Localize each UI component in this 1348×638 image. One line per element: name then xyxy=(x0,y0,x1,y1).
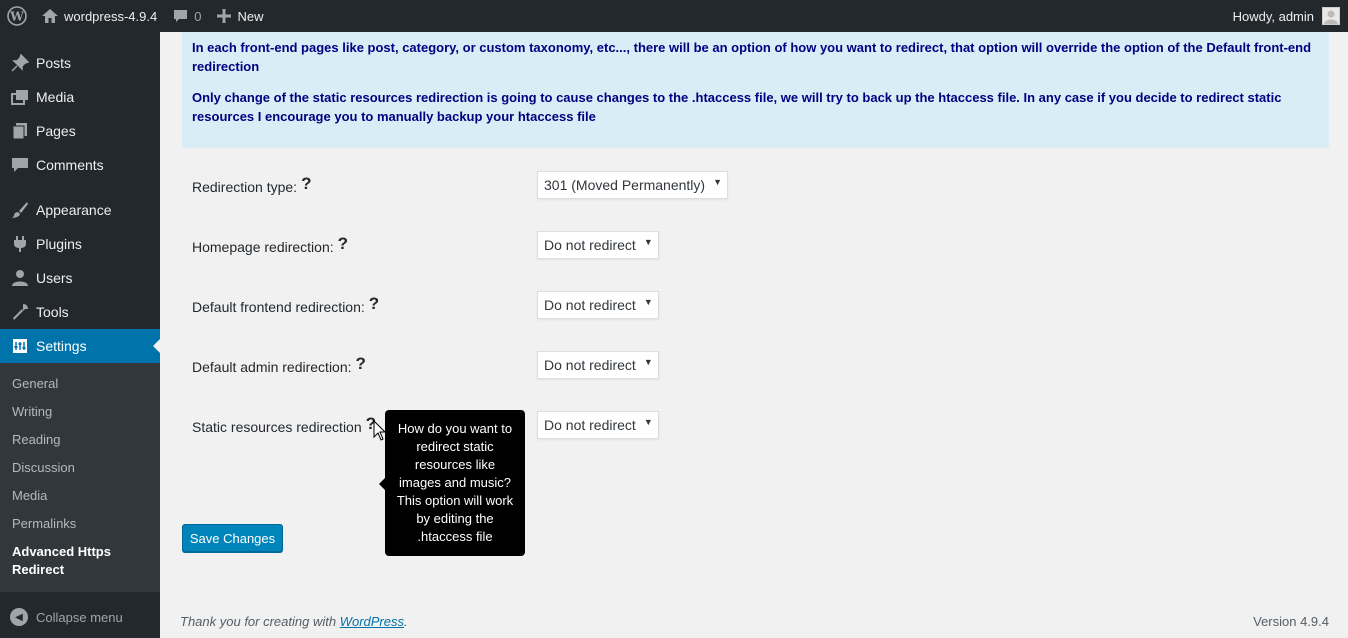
comments-link[interactable]: 0 xyxy=(165,0,209,32)
avatar xyxy=(1322,7,1340,25)
sidebar-item-label: Plugins xyxy=(36,236,82,252)
help-icon[interactable]: ? xyxy=(369,294,379,313)
help-icon[interactable]: ? xyxy=(301,174,311,193)
dropdown-arrow-icon: ▼ xyxy=(643,237,653,247)
static-resources-redirection-select[interactable]: Do not redirect ▼ xyxy=(537,411,659,439)
media-icon xyxy=(10,87,30,107)
site-name-link[interactable]: wordpress-4.9.4 xyxy=(34,0,165,32)
new-content-link[interactable]: New xyxy=(209,0,271,32)
help-tooltip: How do you want to redirect static resou… xyxy=(379,410,525,556)
wordpress-logo-icon[interactable]: W xyxy=(0,0,34,32)
static-resources-redirection-label: Static resources redirection? xyxy=(192,414,376,437)
sidebar-item-appearance[interactable]: Appearance xyxy=(0,193,160,227)
sidebar-item-comments[interactable]: Comments xyxy=(0,148,160,182)
sidebar-item-label: Pages xyxy=(36,123,76,139)
sidebar-item-posts[interactable]: Posts xyxy=(0,46,160,80)
brush-icon xyxy=(10,200,30,220)
save-changes-button[interactable]: Save Changes xyxy=(182,524,283,552)
new-label: New xyxy=(237,8,264,24)
frontend-redirection-select[interactable]: Do not redirect ▼ xyxy=(537,291,659,319)
footer-version: Version 4.9.4 xyxy=(1253,614,1329,629)
settings-submenu: General Writing Reading Discussion Media… xyxy=(0,363,160,592)
collapse-icon: ◀ xyxy=(10,608,28,626)
dropdown-arrow-icon: ▼ xyxy=(643,297,653,307)
pages-icon xyxy=(10,121,30,141)
row-label-text: Redirection type: xyxy=(192,179,298,195)
notice-paragraph-1: In each front-end pages like post, categ… xyxy=(192,40,1312,74)
home-icon xyxy=(42,9,58,23)
site-name: wordpress-4.9.4 xyxy=(64,8,158,24)
select-value: Do not redirect xyxy=(544,357,636,373)
dropdown-arrow-icon: ▼ xyxy=(643,357,653,367)
comments-count: 0 xyxy=(194,8,202,24)
footer-period: . xyxy=(404,614,408,629)
sidebar-item-label: Tools xyxy=(36,304,69,320)
frontend-redirection-label: Default frontend redirection:? xyxy=(192,294,379,317)
pin-icon xyxy=(10,53,30,73)
submenu-general[interactable]: General xyxy=(0,370,160,398)
settings-icon xyxy=(10,336,30,356)
select-value: Do not redirect xyxy=(544,237,636,253)
notice-paragraph-2: Only change of the static resources redi… xyxy=(192,90,1282,124)
redirection-type-select[interactable]: 301 (Moved Permanently) ▼ xyxy=(537,171,729,199)
sidebar-item-pages[interactable]: Pages xyxy=(0,114,160,148)
comment-icon xyxy=(173,9,188,23)
homepage-redirection-select[interactable]: Do not redirect ▼ xyxy=(537,231,659,259)
submenu-reading[interactable]: Reading xyxy=(0,426,160,454)
redirection-type-label: Redirection type:? xyxy=(192,174,311,197)
comment-icon xyxy=(10,155,30,175)
svg-text:W: W xyxy=(9,10,24,24)
sidebar-item-label: Posts xyxy=(36,55,72,71)
plugin-icon xyxy=(10,234,30,254)
submenu-discussion[interactable]: Discussion xyxy=(0,454,160,482)
footer-thanks-text: Thank you for creating with xyxy=(180,614,337,629)
select-value: Do not redirect xyxy=(544,297,636,313)
sidebar-item-users[interactable]: Users xyxy=(0,261,160,295)
sidebar-item-settings[interactable]: Settings xyxy=(0,329,160,363)
homepage-redirection-label: Homepage redirection:? xyxy=(192,234,348,257)
sidebar-item-label: Media xyxy=(36,89,75,105)
dropdown-arrow-icon: ▼ xyxy=(643,417,653,427)
mouse-cursor-icon xyxy=(373,420,387,441)
sidebar-item-tools[interactable]: Tools xyxy=(0,295,160,329)
admin-sidebar: Posts Media Pages Comments Appearance Pl… xyxy=(0,32,160,638)
submenu-media[interactable]: Media xyxy=(0,482,160,510)
help-icon[interactable]: ? xyxy=(356,354,366,373)
row-label-text: Homepage redirection: xyxy=(192,239,334,255)
info-notice: In each front-end pages like post, categ… xyxy=(182,32,1329,148)
wrench-icon xyxy=(10,302,30,322)
collapse-label: Collapse menu xyxy=(36,609,123,625)
sidebar-item-plugins[interactable]: Plugins xyxy=(0,227,160,261)
row-label-text: Default admin redirection: xyxy=(192,359,352,375)
sidebar-item-label: Comments xyxy=(36,157,104,173)
wordpress-link[interactable]: WordPress xyxy=(340,614,404,629)
admin-redirection-select[interactable]: Do not redirect ▼ xyxy=(537,351,659,379)
my-account-link[interactable]: Howdy, admin xyxy=(1225,0,1348,32)
row-label-text: Static resources redirection xyxy=(192,419,362,435)
greeting: Howdy, admin xyxy=(1232,8,1314,24)
collapse-menu-button[interactable]: ◀ Collapse menu xyxy=(0,600,160,634)
dropdown-arrow-icon: ▼ xyxy=(713,177,723,187)
plus-icon xyxy=(217,9,232,23)
submenu-advanced-https-redirect[interactable]: Advanced Https Redirect xyxy=(0,538,160,584)
sidebar-item-label: Users xyxy=(36,270,73,286)
select-value: Do not redirect xyxy=(544,417,636,433)
redirection-type-row: Redirection type:? 301 (Moved Permanentl… xyxy=(192,171,792,201)
help-icon[interactable]: ? xyxy=(338,234,348,253)
sidebar-item-media[interactable]: Media xyxy=(0,80,160,114)
sidebar-item-label: Settings xyxy=(36,338,87,354)
admin-bar: W wordpress-4.9.4 0 New Howdy, admin xyxy=(0,0,1348,32)
submenu-writing[interactable]: Writing xyxy=(0,398,160,426)
admin-redirection-label: Default admin redirection:? xyxy=(192,354,366,377)
submenu-permalinks[interactable]: Permalinks xyxy=(0,510,160,538)
footer-thanks: Thank you for creating with WordPress. xyxy=(180,614,408,629)
frontend-redirection-row: Default frontend redirection:? Do not re… xyxy=(192,291,792,321)
homepage-redirection-row: Homepage redirection:? Do not redirect ▼ xyxy=(192,231,792,261)
admin-redirection-row: Default admin redirection:? Do not redir… xyxy=(192,351,792,381)
select-value: 301 (Moved Permanently) xyxy=(544,177,706,193)
sidebar-item-label: Appearance xyxy=(36,202,112,218)
user-icon xyxy=(10,268,30,288)
row-label-text: Default frontend redirection: xyxy=(192,299,365,315)
